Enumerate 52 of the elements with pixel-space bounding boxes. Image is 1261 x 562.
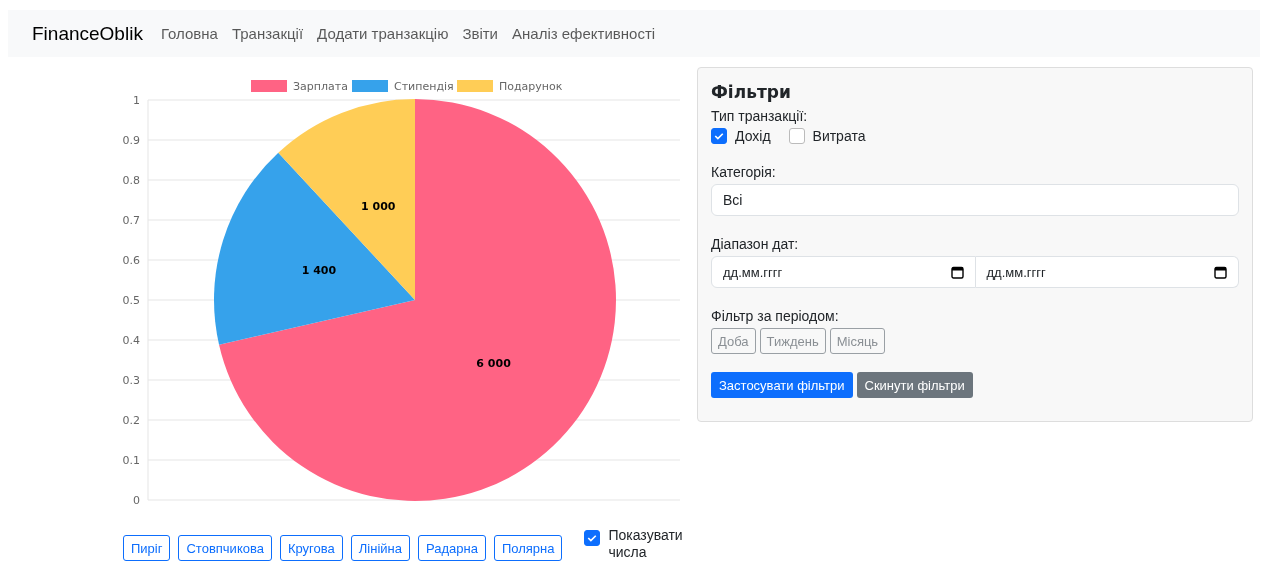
- axis-tick-label: 0.3: [122, 374, 140, 387]
- apply-button[interactable]: Застосувати фільтри: [711, 372, 853, 398]
- legend-item[interactable]: Подарунок: [457, 80, 563, 93]
- value-label: 1 000: [361, 200, 396, 214]
- axis-tick-label: 0.8: [122, 174, 140, 187]
- field-label: Тип транзакції:: [711, 108, 809, 124]
- axis-tick-label: 0.5: [122, 294, 140, 307]
- chart-type-button[interactable]: Лінійна: [350, 535, 410, 561]
- legend-label: Зарплата: [293, 80, 348, 93]
- nav-link[interactable]: Додати транзакцію: [317, 25, 449, 42]
- axis-tick-label: 0.1: [122, 454, 140, 467]
- check-icon: [713, 130, 725, 142]
- axis-tick-label: 0: [133, 494, 140, 507]
- legend-item[interactable]: Зарплата: [251, 80, 348, 93]
- field-label: Фільтр за періодом:: [711, 308, 840, 324]
- date-field[interactable]: дд.мм.гггг: [975, 256, 1239, 288]
- checkbox-label: Витрата: [812, 128, 866, 144]
- checkbox[interactable]: [584, 530, 601, 546]
- calendar-icon[interactable]: [950, 265, 964, 279]
- calendar-icon[interactable]: [1214, 265, 1227, 279]
- legend-label: Подарунок: [499, 80, 563, 93]
- nav-link[interactable]: Транзакції: [231, 25, 304, 42]
- field-label: Категорія:: [711, 164, 777, 180]
- chart-type-button[interactable]: Стовпчикова: [178, 535, 272, 561]
- checkbox-label: Показувати числа: [608, 527, 684, 561]
- nav-link[interactable]: Звіти: [462, 25, 498, 42]
- nav-link[interactable]: Головна: [160, 25, 218, 42]
- checkbox[interactable]: [711, 128, 727, 144]
- value-label: 6 000: [476, 356, 511, 370]
- checkbox[interactable]: [788, 128, 805, 144]
- axis-tick-label: 1: [133, 94, 140, 107]
- nav-link[interactable]: Аналіз ефективності: [512, 25, 656, 42]
- checkbox-label: Дохід: [735, 128, 771, 144]
- chart-type-button[interactable]: Полярна: [493, 535, 563, 561]
- check-icon: [586, 532, 599, 544]
- value-label: 1 400: [301, 264, 337, 278]
- axis-tick-label: 0.2: [122, 414, 140, 427]
- chart-type-button[interactable]: Радарна: [417, 535, 486, 561]
- axis-tick-label: 0.9: [122, 134, 140, 147]
- axis-tick-label: 0.7: [122, 214, 140, 227]
- legend-label: Стипендія: [394, 80, 454, 93]
- legend-item[interactable]: Стипендія: [352, 80, 454, 93]
- axis-tick-label: 0.4: [122, 334, 140, 347]
- category-select[interactable]: Всі: [711, 184, 1239, 216]
- reset-button[interactable]: Скинути фільтри: [856, 372, 973, 398]
- chart-type-button[interactable]: Кругова: [279, 535, 343, 561]
- chart-type-button[interactable]: Пиріг: [123, 535, 171, 561]
- field-label: Діапазон дат:: [711, 236, 800, 252]
- date-field[interactable]: дд.мм.гггг: [711, 256, 976, 288]
- axis-tick-label: 0.6: [122, 254, 140, 267]
- panel-title: Фільтри: [711, 82, 792, 102]
- brand-link[interactable]: FinanceOblik: [32, 22, 143, 45]
